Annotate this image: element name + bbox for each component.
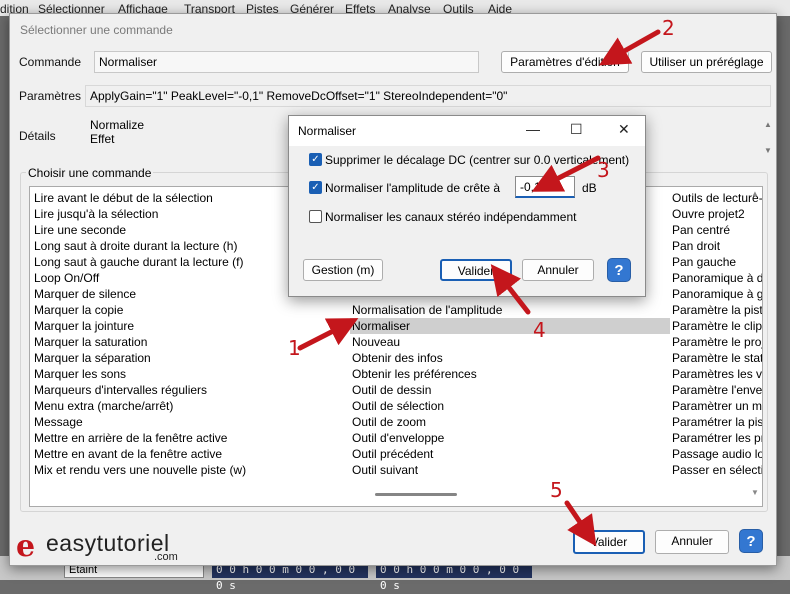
annotation-number-2: 2 xyxy=(662,16,675,40)
arrow-to-normaliser xyxy=(297,318,359,351)
arrow-to-normalize-ok xyxy=(490,264,531,315)
tutorial-arrows xyxy=(297,29,661,547)
arrow-to-edit-parameters xyxy=(598,29,661,66)
arrow-to-peak-input xyxy=(531,155,601,192)
annotation-number-5: 5 xyxy=(550,478,563,502)
arrow-to-main-ok xyxy=(564,500,597,547)
annotation-number-1: 1 xyxy=(288,336,301,360)
annotation-number-3: 3 xyxy=(597,158,610,182)
annotation-number-4: 4 xyxy=(533,318,546,342)
